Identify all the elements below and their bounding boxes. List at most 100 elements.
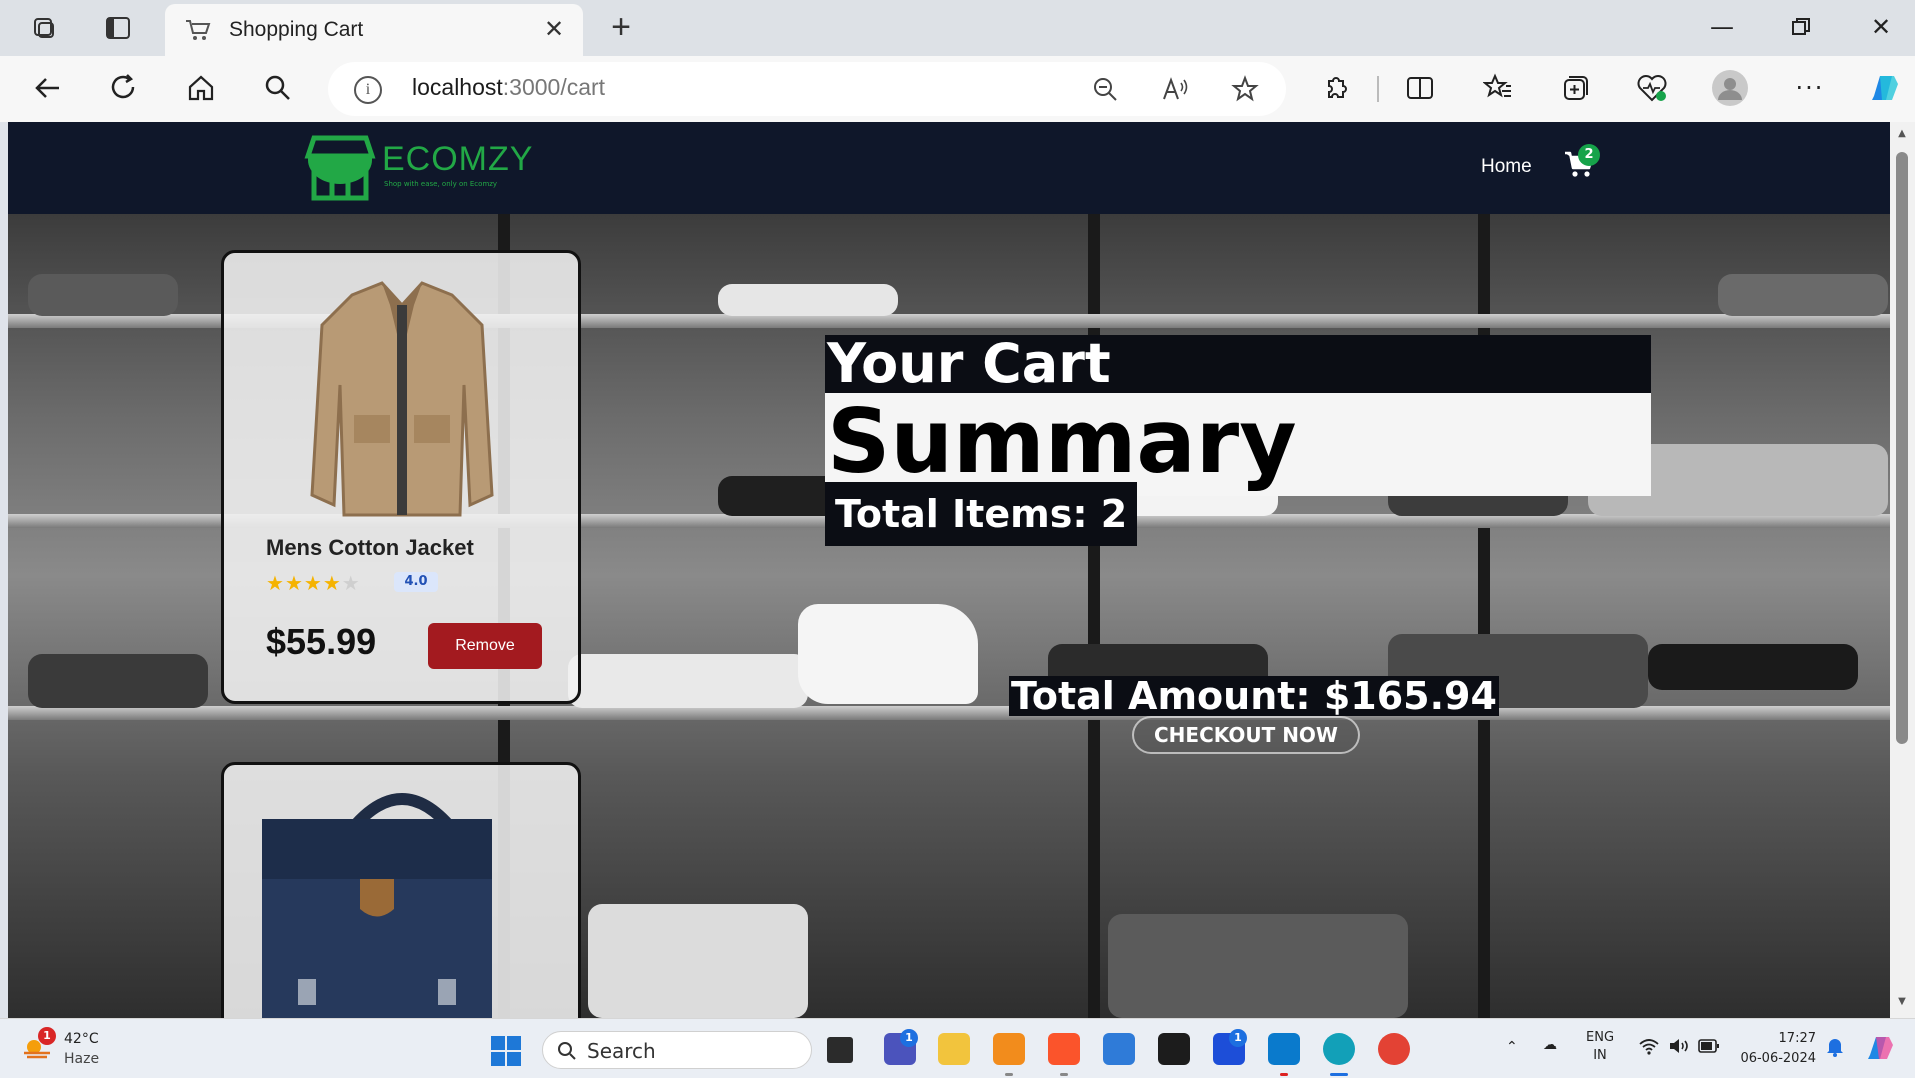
cart-background: Mens Cotton Jacket ★★★★★ 4.0 $55.99 Remo… <box>8 214 1890 1018</box>
favorites-icon[interactable] <box>1480 70 1516 106</box>
product-image <box>242 265 562 551</box>
home-icon[interactable] <box>183 70 219 106</box>
language-code: ENG <box>1586 1030 1615 1045</box>
tab-actions-icon[interactable] <box>102 12 134 44</box>
weather-condition[interactable]: Haze <box>64 1051 99 1067</box>
summary-box: Summary <box>825 390 1651 496</box>
remove-button[interactable]: Remove <box>428 623 542 669</box>
sneaker <box>1648 644 1858 690</box>
more-icon[interactable]: ··· <box>1792 70 1828 106</box>
star-filled-icon: ★ <box>284 571 304 595</box>
cart-heading-bar: Your Cart <box>825 335 1651 393</box>
folded-clothes <box>1108 914 1408 1018</box>
mysql-shell-icon[interactable] <box>1158 1033 1190 1065</box>
copilot-taskbar-icon[interactable] <box>1864 1031 1896 1067</box>
maximize-icon[interactable] <box>1781 10 1821 44</box>
folded-clothes <box>568 654 808 708</box>
file-explorer-icon[interactable] <box>938 1033 970 1065</box>
show-hidden-icons[interactable]: ⌃ <box>1506 1039 1518 1055</box>
wifi-icon[interactable] <box>1638 1037 1660 1059</box>
scroll-up-icon[interactable]: ▲ <box>1896 128 1908 139</box>
product-image <box>242 779 562 1018</box>
back-icon[interactable] <box>30 70 66 106</box>
brave-icon[interactable] <box>1048 1033 1080 1065</box>
taskbar-search-placeholder: Search <box>587 1039 656 1063</box>
collections-icon[interactable] <box>1558 70 1594 106</box>
new-tab-icon[interactable]: + <box>604 10 638 44</box>
running-indicator <box>1280 1073 1288 1076</box>
workspaces-icon[interactable] <box>28 12 60 44</box>
product-price: $55.99 <box>266 621 377 662</box>
favorite-star-icon[interactable] <box>1230 74 1260 104</box>
taskbar-search[interactable]: Search <box>542 1031 812 1069</box>
address-bar[interactable]: i localhost:3000/cart <box>328 62 1286 116</box>
brand-name: ECOMZY <box>382 140 534 178</box>
close-icon[interactable]: ✕ <box>541 16 567 42</box>
clock-date: 06-06-2024 <box>1740 1051 1816 1066</box>
brand-tagline: Shop with ease, only on Ecomzy <box>384 180 498 188</box>
cart-count-badge: 2 <box>1578 144 1600 166</box>
browser-tab-bar: Shopping Cart ✕ + — ✕ <box>0 0 1915 56</box>
microsoft-store-icon[interactable] <box>1103 1033 1135 1065</box>
clock-time: 17:27 <box>1778 1031 1816 1046</box>
split-screen-icon[interactable] <box>1402 70 1438 106</box>
folded-clothes <box>588 904 808 1018</box>
edge-icon[interactable] <box>1323 1033 1355 1065</box>
vscode-icon[interactable] <box>1268 1033 1300 1065</box>
task-view-icon[interactable] <box>827 1037 853 1063</box>
folded-clothes <box>1718 274 1888 316</box>
browser-essentials-icon[interactable] <box>1634 70 1670 106</box>
total-amount: Total Amount: $165.94 <box>1009 674 1499 718</box>
cart-item-card <box>221 762 581 1018</box>
windows-start-icon[interactable] <box>491 1036 521 1066</box>
white-boot <box>798 604 978 704</box>
total-items: Total Items: 2 <box>825 482 1138 546</box>
weather-badge: 1 <box>38 1027 56 1045</box>
cart-item-card: Mens Cotton Jacket ★★★★★ 4.0 $55.99 Remo… <box>221 250 581 704</box>
jacket-image <box>310 281 494 517</box>
page-viewport: ECOMZY Shop with ease, only on Ecomzy Ho… <box>8 122 1890 1018</box>
running-indicator <box>1005 1073 1013 1076</box>
shelf <box>8 706 1890 720</box>
zoom-out-icon[interactable] <box>1090 74 1120 104</box>
star-filled-icon: ★ <box>303 571 323 595</box>
sublime-text-icon[interactable] <box>993 1033 1025 1065</box>
star-filled-icon: ★ <box>322 571 342 595</box>
running-indicator <box>1060 1073 1068 1076</box>
battery-icon[interactable] <box>1698 1039 1720 1057</box>
volume-icon[interactable] <box>1668 1037 1690 1059</box>
copilot-icon[interactable] <box>1866 70 1902 106</box>
nav-home-link[interactable]: Home <box>1481 156 1532 178</box>
teams-badge: 1 <box>900 1029 918 1047</box>
notification-bell-icon[interactable] <box>1826 1037 1844 1061</box>
checkout-button[interactable]: CHECKOUT NOW <box>1132 716 1360 754</box>
summary-heading: Summary <box>827 390 1297 493</box>
product-title: Mens Cotton Jacket <box>266 535 474 560</box>
language-indicator[interactable]: ENG IN <box>1586 1029 1614 1065</box>
page-scrollbar[interactable]: ▲ ▼ <box>1890 122 1915 1018</box>
scroll-thumb[interactable] <box>1896 152 1908 744</box>
read-aloud-icon[interactable] <box>1160 74 1190 104</box>
search-icon[interactable] <box>260 70 296 106</box>
rating-stars: ★★★★★ <box>266 571 361 595</box>
temperature[interactable]: 42°C <box>64 1031 99 1047</box>
rating-badge: 4.0 <box>394 572 438 592</box>
star-filled-icon: ★ <box>266 571 285 595</box>
storefront-icon <box>304 135 376 201</box>
brand-logo[interactable]: ECOMZY Shop with ease, only on Ecomzy <box>302 134 532 204</box>
region-code: IN <box>1593 1048 1607 1063</box>
profile-icon[interactable] <box>1712 70 1748 106</box>
refresh-icon[interactable] <box>106 70 142 106</box>
extensions-icon[interactable] <box>1318 70 1354 106</box>
info-icon[interactable]: i <box>354 76 382 104</box>
minimize-icon[interactable]: — <box>1702 10 1742 44</box>
close-window-icon[interactable]: ✕ <box>1861 10 1901 44</box>
folded-clothes <box>28 654 208 708</box>
url-text[interactable]: localhost:3000/cart <box>412 74 605 101</box>
chrome-icon[interactable] <box>1378 1033 1410 1065</box>
active-tab[interactable]: Shopping Cart ✕ <box>165 4 583 56</box>
onedrive-icon[interactable]: ☁ <box>1543 1037 1557 1053</box>
cart-favicon <box>185 18 211 42</box>
scroll-down-icon[interactable]: ▼ <box>1896 996 1908 1007</box>
clock[interactable]: 17:27 06-06-2024 <box>1738 1029 1816 1069</box>
